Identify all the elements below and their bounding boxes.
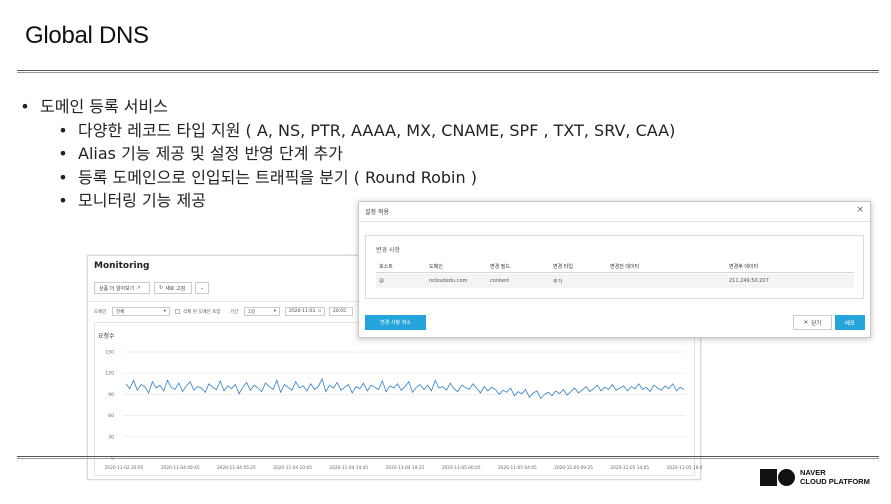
logo-line2: CLOUD PLATFORM	[800, 476, 870, 486]
bullet-item-sub: • 등록 도메인으로 인입되는 트래픽을 분기 ( Round Robin )	[58, 166, 675, 190]
table-row: @ ncloudedu.com content 추가 211.249.50.20…	[376, 274, 854, 288]
y-tick-label: 120	[105, 371, 114, 377]
bullet-list: • 도메인 등록 서비스 • 다양한 레코드 타입 지원 ( A, NS, PT…	[20, 95, 675, 213]
y-tick-label: 30	[108, 434, 114, 440]
cell-after: 211.249.50.207	[729, 278, 769, 284]
x-tick-label: 2020-11-04 05:25	[217, 465, 256, 471]
x-tick-label: 2020-11-04 00:45	[161, 465, 200, 471]
close-button[interactable]: ✕ 닫기	[793, 315, 832, 330]
cell-type: 추가	[553, 279, 563, 285]
x-tick-label: 2020-11-02 20:05	[105, 465, 144, 471]
x-tick-label: 2020-11-05 14:05	[610, 465, 649, 471]
modal-title: 설정 적용	[365, 209, 389, 216]
apply-settings-modal: 설정 적용 × 변경 사항 호스트 도메인 변경 필드 변경 타입 변경전 데이…	[358, 201, 871, 338]
x-tick-label: 2020-11-05 00:05	[442, 465, 481, 471]
y-tick-label: 150	[105, 350, 114, 356]
bullet-item-sub: • 다양한 레코드 타입 지원 ( A, NS, PTR, AAAA, MX, …	[58, 119, 675, 143]
cancel-changes-button[interactable]: 변경 사항 취소	[365, 315, 426, 330]
footer-divider	[17, 456, 879, 459]
x-tick-label: 2020-11-04 10:05	[273, 465, 312, 471]
deploy-button[interactable]: 배포	[835, 315, 865, 330]
bullet-text: Alias 기능 제공 및 설정 반영 단계 추가	[78, 144, 343, 163]
x-tick-label: 2020-11-05 18:45	[667, 465, 702, 471]
x-tick-label: 2020-11-05 09:25	[554, 465, 593, 471]
col-domain: 도메인	[429, 264, 443, 270]
bullet-text: 도메인 등록 서비스	[40, 97, 168, 116]
naver-cloud-logo: NAVER CLOUD PLATFORM	[760, 468, 870, 486]
x-tick-label: 2020-11-04 14:45	[329, 465, 368, 471]
bullet-text: 등록 도메인으로 인입되는 트래픽을 분기 ( Round Robin )	[78, 167, 477, 187]
x-tick-label: 2020-11-04 19:25	[386, 465, 425, 471]
col-field: 변경 필드	[490, 264, 510, 270]
x-tick-label: 2020-11-05 04:45	[498, 465, 537, 471]
cell-domain: ncloudedu.com	[429, 278, 468, 284]
y-tick-label: 60	[108, 413, 114, 419]
col-before: 변경전 데이터	[610, 264, 640, 270]
col-host: 호스트	[379, 264, 393, 270]
close-icon: ✕	[803, 319, 809, 326]
changes-label: 변경 사항	[376, 247, 400, 254]
close-icon[interactable]: ×	[856, 205, 864, 215]
y-tick-label: 90	[108, 392, 114, 398]
changes-table-header: 호스트 도메인 변경 필드 변경 타입 변경전 데이터 변경후 데이터	[376, 259, 854, 273]
changes-panel: 변경 사항 호스트 도메인 변경 필드 변경 타입 변경전 데이터 변경후 데이…	[365, 235, 864, 299]
close-button-label: 닫기	[811, 320, 822, 327]
modal-header-divider	[359, 221, 870, 222]
col-type: 변경 타입	[553, 264, 573, 270]
logo-mark-icon	[760, 469, 795, 486]
col-after: 변경후 데이터	[729, 264, 759, 270]
bullet-item-sub: • Alias 기능 제공 및 설정 반영 단계 추가	[58, 142, 675, 166]
bullet-text: 다양한 레코드 타입 지원 ( A, NS, PTR, AAAA, MX, CN…	[78, 120, 676, 140]
cell-field: content	[490, 278, 510, 284]
title-divider	[17, 70, 879, 73]
series-line	[125, 377, 685, 400]
slide-title: Global DNS	[25, 22, 149, 49]
bullet-text: 모니터링 기능 제공	[78, 191, 206, 210]
bullet-item-main: • 도메인 등록 서비스	[20, 95, 675, 119]
cell-host: @	[379, 278, 384, 284]
